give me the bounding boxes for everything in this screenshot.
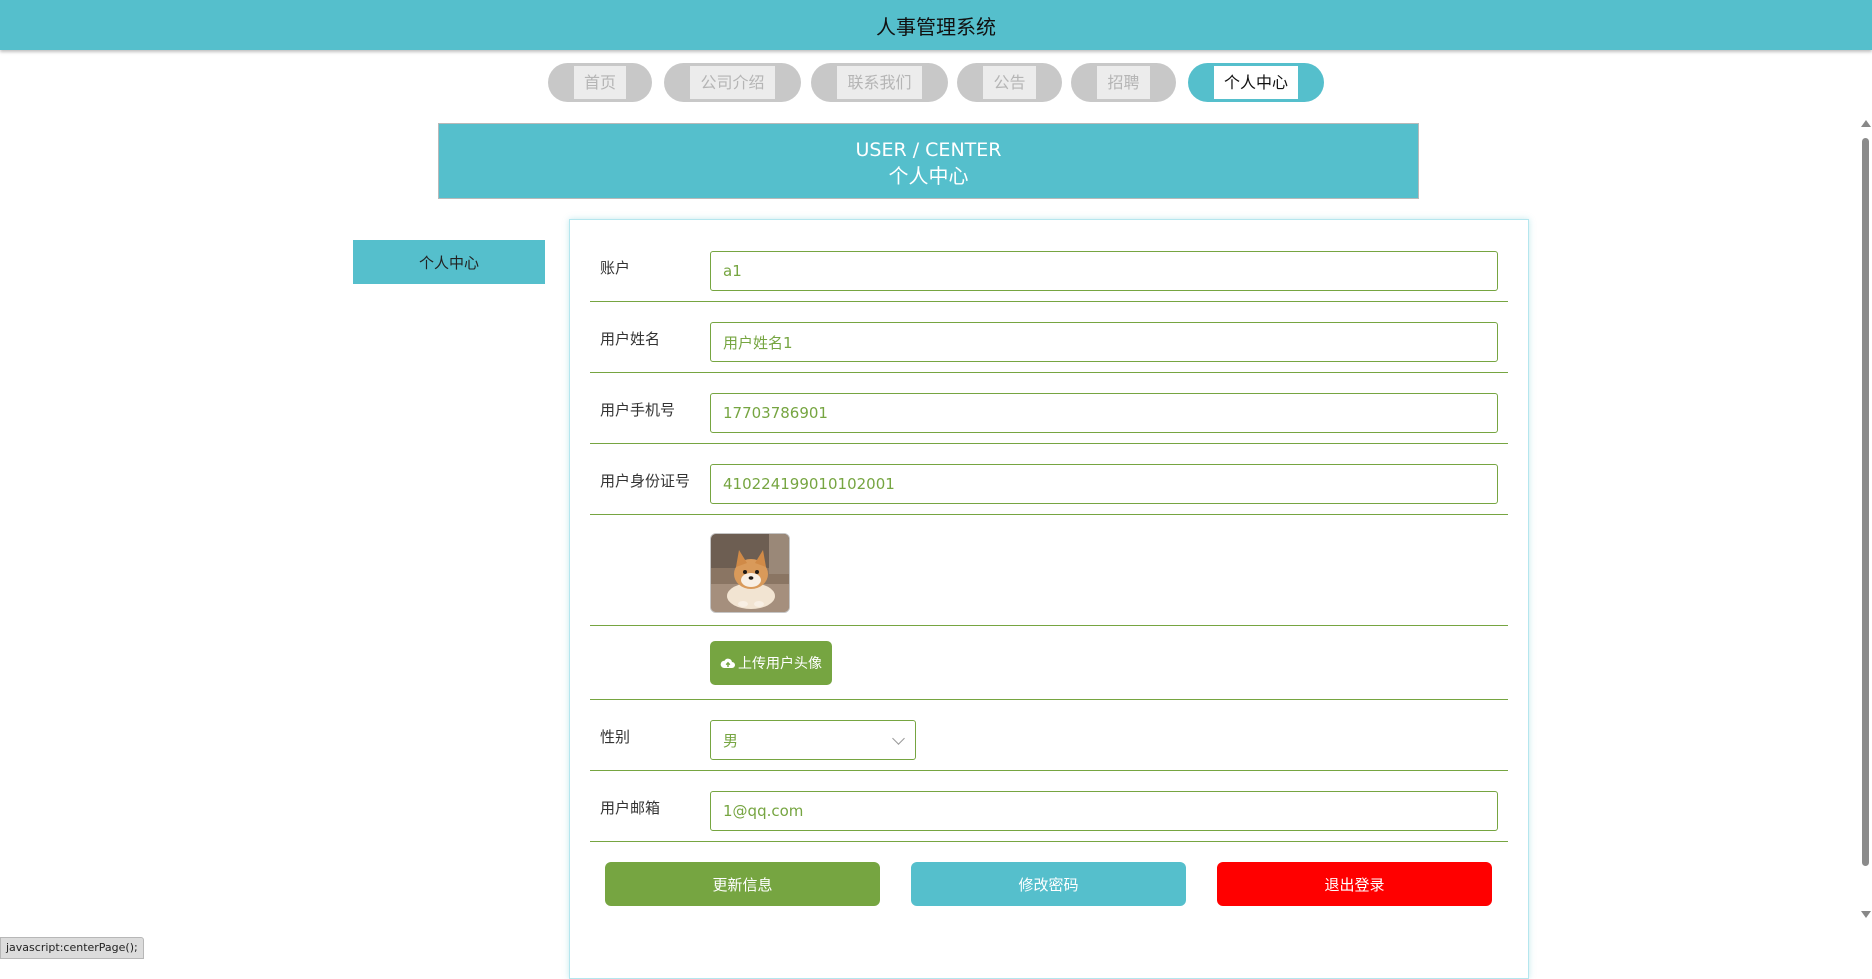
- logout-label: 退出登录: [1324, 875, 1385, 894]
- account-value: a1: [723, 262, 742, 280]
- upload-avatar-label: 上传用户头像: [738, 656, 822, 672]
- phone-input[interactable]: 17703786901: [710, 393, 1498, 433]
- change-password-label: 修改密码: [1018, 875, 1079, 894]
- sidebar-item-label: 个人中心: [418, 253, 479, 272]
- gender-label: 性别: [600, 728, 631, 746]
- form-row-phone: 用户手机号 17703786901: [590, 383, 1508, 444]
- account-label: 账户: [600, 259, 631, 277]
- main-nav: 首页 公司介绍 联系我们 公告 招聘 个人中心: [0, 63, 1872, 103]
- browser-status-bar: javascript:centerPage();: [0, 937, 144, 959]
- page-scrollbar[interactable]: [1858, 118, 1872, 918]
- banner-title-zh: 个人中心: [888, 164, 969, 188]
- phone-label: 用户手机号: [600, 401, 676, 419]
- nav-company-label: 公司介绍: [690, 66, 775, 99]
- email-input[interactable]: 1@qq.com: [710, 791, 1498, 831]
- name-value: 用户姓名1: [723, 333, 793, 352]
- id-card-value: 410224199010102001: [723, 475, 895, 493]
- banner-title-en: USER / CENTER: [855, 139, 1002, 161]
- form-row-name: 用户姓名 用户姓名1: [590, 312, 1508, 373]
- email-value: 1@qq.com: [723, 802, 804, 820]
- nav-recruit[interactable]: 招聘: [1071, 63, 1176, 102]
- upload-avatar-button[interactable]: 上传用户头像: [710, 641, 832, 685]
- form-row-gender: 性别 男: [590, 710, 1508, 771]
- nav-notice[interactable]: 公告: [957, 63, 1062, 102]
- id-card-input[interactable]: 410224199010102001: [710, 464, 1498, 504]
- nav-home-label: 首页: [573, 66, 626, 99]
- form-row-avatar: [590, 517, 1508, 626]
- nav-user-center-label: 个人中心: [1213, 66, 1298, 99]
- name-label: 用户姓名: [600, 330, 661, 348]
- nav-recruit-label: 招聘: [1097, 66, 1150, 99]
- gender-select[interactable]: 男: [710, 720, 916, 760]
- nav-notice-label: 公告: [983, 66, 1036, 99]
- page-banner: USER / CENTER 个人中心: [438, 123, 1419, 199]
- status-text: javascript:centerPage();: [6, 941, 138, 954]
- form-row-upload: 上传用户头像: [590, 626, 1508, 700]
- phone-value: 17703786901: [723, 404, 828, 422]
- form-row-email: 用户邮箱 1@qq.com: [590, 781, 1508, 842]
- change-password-button[interactable]: 修改密码: [911, 862, 1186, 906]
- form-row-id-card: 用户身份证号 410224199010102001: [590, 454, 1508, 515]
- sidebar-item-user-center[interactable]: 个人中心: [353, 240, 545, 284]
- id-card-label: 用户身份证号: [600, 472, 691, 490]
- dog-photo-icon: [711, 534, 789, 612]
- avatar-image: [710, 533, 790, 613]
- logout-button[interactable]: 退出登录: [1217, 862, 1492, 906]
- header-bar: 人事管理系统: [0, 0, 1872, 50]
- scroll-up-arrow-icon[interactable]: [1861, 120, 1871, 127]
- update-info-button[interactable]: 更新信息: [605, 862, 880, 906]
- scroll-down-arrow-icon[interactable]: [1861, 911, 1871, 918]
- cloud-upload-icon: [720, 658, 735, 668]
- nav-home[interactable]: 首页: [548, 63, 652, 102]
- name-input[interactable]: 用户姓名1: [710, 322, 1498, 362]
- update-info-label: 更新信息: [712, 875, 773, 894]
- scroll-thumb[interactable]: [1862, 138, 1869, 866]
- account-input[interactable]: a1: [710, 251, 1498, 291]
- nav-contact-label: 联系我们: [837, 66, 922, 99]
- nav-contact[interactable]: 联系我们: [811, 63, 948, 102]
- form-row-account: 账户 a1: [590, 241, 1508, 302]
- nav-user-center[interactable]: 个人中心: [1188, 63, 1324, 102]
- chevron-down-icon: [892, 731, 905, 745]
- nav-company[interactable]: 公司介绍: [664, 63, 801, 102]
- app-title: 人事管理系统: [876, 14, 996, 39]
- gender-value: 男: [723, 731, 739, 750]
- email-label: 用户邮箱: [600, 799, 661, 817]
